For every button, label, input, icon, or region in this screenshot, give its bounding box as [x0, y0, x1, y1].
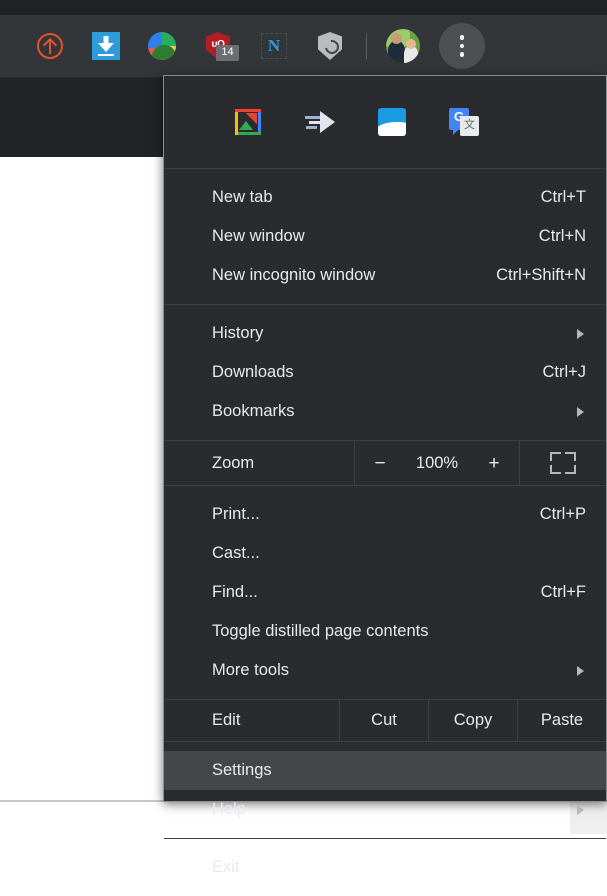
zoom-controls: − 100% +: [354, 441, 520, 485]
menu-group-tools: Print... Ctrl+P Cast... Find... Ctrl+F T…: [164, 486, 606, 699]
menu-item-label: Settings: [212, 761, 272, 779]
fullscreen-icon: [550, 452, 576, 474]
chevron-right-icon: [577, 665, 584, 676]
menu-item-label: Downloads: [212, 363, 294, 381]
menu-item-new-incognito-window[interactable]: New incognito window Ctrl+Shift+N: [164, 256, 606, 295]
menu-item-shortcut: Ctrl+Shift+N: [496, 266, 586, 284]
menu-item-toggle-distilled-page-contents[interactable]: Toggle distilled page contents: [164, 612, 606, 651]
menu-send-arrow-button[interactable]: [284, 109, 356, 135]
menu-item-exit[interactable]: Exit: [164, 848, 606, 887]
cut-button[interactable]: Cut: [339, 700, 428, 741]
send-arrow-icon: [305, 109, 335, 135]
image-export-icon: [235, 109, 261, 135]
download-manager-icon: [92, 32, 120, 60]
chevron-right-icon: [577, 804, 584, 815]
zoom-level-value: 100%: [415, 453, 459, 472]
menu-google-translate-button[interactable]: G 文: [428, 108, 500, 136]
menu-item-label: New window: [212, 227, 305, 245]
menu-item-label: New incognito window: [212, 266, 376, 284]
paste-button[interactable]: Paste: [517, 700, 606, 741]
gray-shield-extension-icon: [318, 32, 342, 60]
menu-item-more-tools[interactable]: More tools: [164, 651, 606, 690]
menu-blue-card-button[interactable]: [356, 108, 428, 136]
menu-item-shortcut: Ctrl+N: [538, 227, 586, 245]
toolbar-color-globe-extension-button[interactable]: [134, 15, 190, 77]
menu-item-shortcut: Ctrl+P: [539, 505, 586, 523]
menu-item-downloads[interactable]: Downloads Ctrl+J: [164, 353, 606, 392]
google-translate-icon: G 文: [449, 108, 479, 136]
upload-extension-icon: [37, 33, 63, 59]
menu-edit-row: Edit Cut Copy Paste: [164, 700, 606, 741]
menu-item-find[interactable]: Find... Ctrl+F: [164, 573, 606, 612]
menu-zoom-row: Zoom − 100% +: [164, 441, 606, 485]
zoom-label: Zoom: [212, 453, 255, 472]
title-bar: [0, 0, 607, 15]
menu-item-new-window[interactable]: New window Ctrl+N: [164, 217, 606, 256]
menu-item-label: Print...: [212, 505, 260, 523]
toolbar-download-manager-button[interactable]: [78, 15, 134, 77]
menu-item-label: Bookmarks: [212, 402, 295, 420]
toolbar-divider: [366, 33, 367, 59]
menu-group-settings: Settings Help: [164, 742, 606, 838]
menu-item-label: Exit: [212, 858, 240, 876]
browser-window: uO 14 N V: [0, 0, 607, 876]
edit-label: Edit: [212, 711, 241, 729]
avatar: [386, 29, 420, 63]
color-globe-extension-icon: [148, 32, 176, 60]
zoom-out-button[interactable]: −: [358, 454, 402, 473]
menu-item-shortcut: Ctrl+J: [542, 363, 586, 381]
menu-item-shortcut: Ctrl+T: [540, 188, 586, 206]
menu-item-cast[interactable]: Cast...: [164, 534, 606, 573]
blue-card-icon: [378, 108, 406, 136]
menu-item-label: More tools: [212, 661, 290, 679]
toolbar-icon-strip: uO 14 N: [0, 15, 607, 77]
chrome-main-menu: G 文 New tab Ctrl+T New window Ctrl+N New…: [163, 75, 607, 876]
menu-item-print[interactable]: Print... Ctrl+P: [164, 495, 606, 534]
zoom-in-button[interactable]: +: [472, 454, 516, 473]
profile-avatar-button[interactable]: [375, 15, 431, 77]
menu-item-history[interactable]: History: [164, 314, 606, 353]
menu-group-exit: Exit: [164, 839, 606, 896]
menu-image-export-button[interactable]: [212, 109, 284, 135]
chrome-menu-button[interactable]: [431, 15, 493, 77]
copy-button[interactable]: Copy: [428, 700, 517, 741]
toolbar-upload-extension-button[interactable]: [22, 15, 78, 77]
menu-item-help[interactable]: Help: [164, 790, 606, 829]
ublock-block-count-badge: 14: [216, 45, 239, 61]
chevron-right-icon: [577, 328, 584, 339]
menu-item-new-tab[interactable]: New tab Ctrl+T: [164, 178, 606, 217]
menu-item-label: Find...: [212, 583, 258, 601]
menu-item-label: New tab: [212, 188, 273, 206]
menu-item-bookmarks[interactable]: Bookmarks: [164, 392, 606, 431]
fullscreen-button[interactable]: [520, 441, 606, 485]
menu-extension-icon-row: G 文: [164, 76, 606, 168]
menu-item-label: Help: [212, 800, 246, 818]
toolbar-blue-n-extension-button[interactable]: N: [246, 15, 302, 77]
toolbar-ublock-origin-button[interactable]: uO 14: [190, 15, 246, 77]
translate-cjk-glyph: 文: [460, 116, 479, 136]
toolbar-gray-shield-extension-button[interactable]: [302, 15, 358, 77]
menu-group-new: New tab Ctrl+T New window Ctrl+N New inc…: [164, 169, 606, 304]
menu-item-label: Cast...: [212, 544, 260, 562]
chevron-right-icon: [577, 406, 584, 417]
menu-group-browsing: History Downloads Ctrl+J Bookmarks: [164, 305, 606, 440]
menu-item-label: History: [212, 324, 264, 342]
three-dot-menu-icon: [439, 23, 485, 69]
menu-item-settings[interactable]: Settings: [164, 751, 606, 790]
menu-item-label: Toggle distilled page contents: [212, 622, 429, 640]
blue-n-extension-icon: N: [261, 33, 287, 59]
menu-item-shortcut: Ctrl+F: [540, 583, 586, 601]
